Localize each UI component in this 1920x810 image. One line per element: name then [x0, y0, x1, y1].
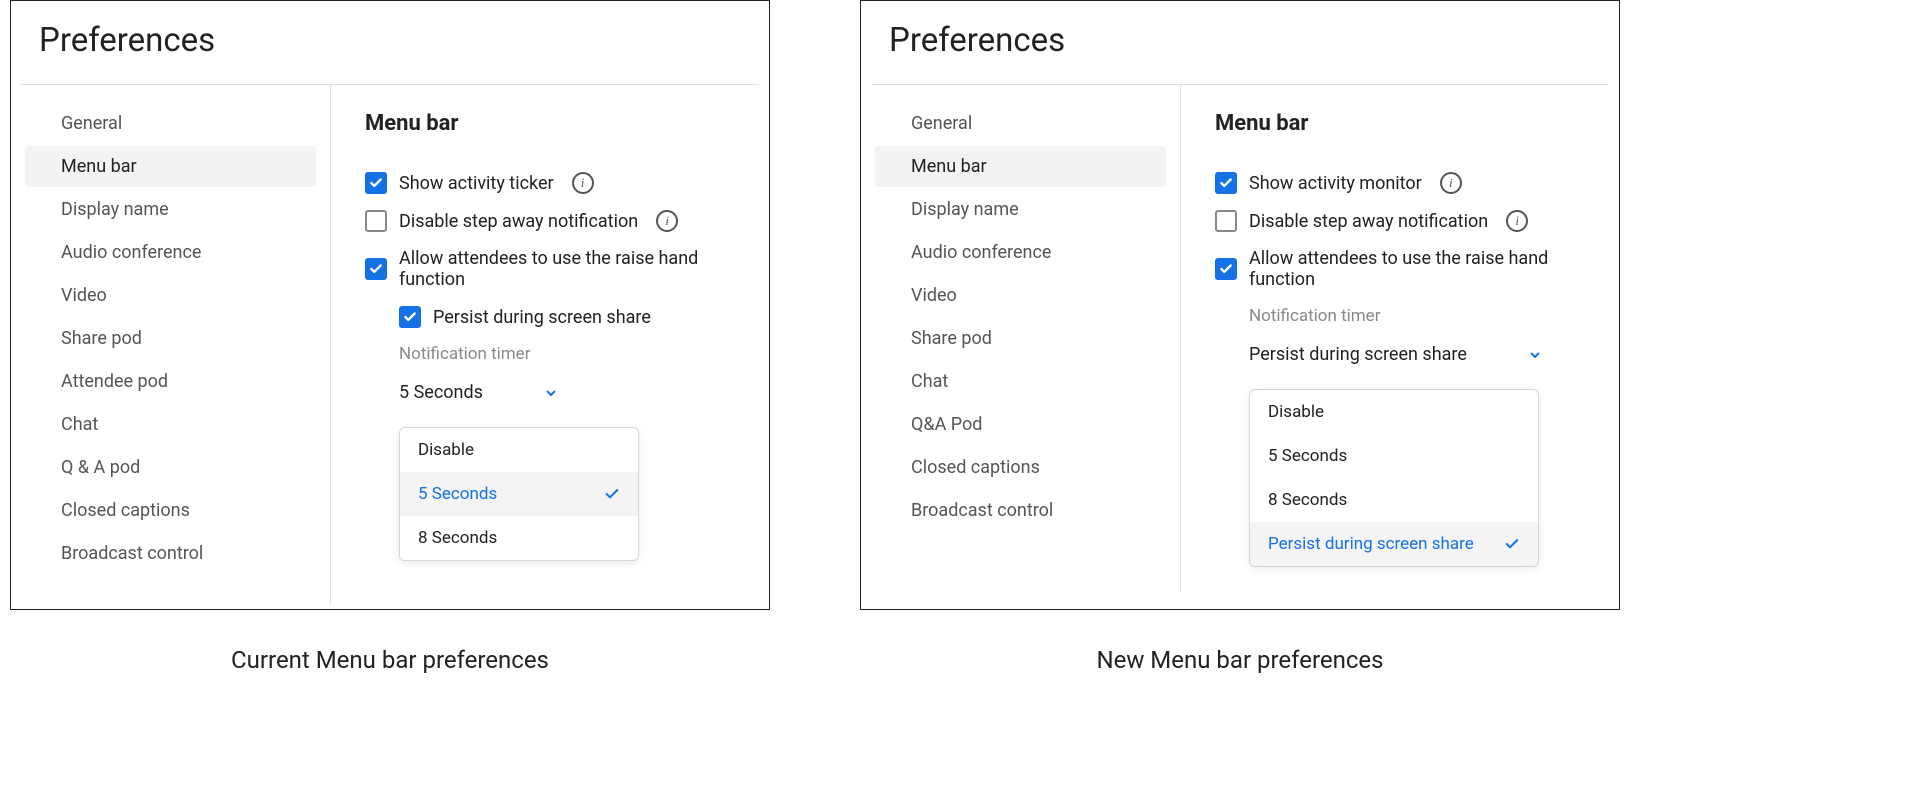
sidebar-item-general[interactable]: General	[875, 103, 1166, 144]
dropdown-value: Persist during screen share	[1249, 344, 1467, 365]
content-left: Menu bar Show activity ticker i Disable …	[331, 85, 769, 605]
checkbox-show-activity[interactable]	[365, 172, 387, 194]
sidebar-left: GeneralMenu barDisplay nameAudio confere…	[11, 85, 331, 605]
notification-timer-menu[interactable]: Disable5 Seconds8 Seconds	[399, 427, 639, 561]
notification-timer-dropdown[interactable]: 5 Seconds	[399, 376, 559, 409]
chevron-down-icon	[543, 385, 559, 401]
option-label: Disable step away notification	[399, 211, 638, 232]
dropdown-option[interactable]: 5 Seconds	[400, 472, 638, 516]
checkbox-allow-raise-hand[interactable]	[1215, 258, 1237, 280]
sidebar-item-menu-bar[interactable]: Menu bar	[875, 146, 1166, 187]
info-icon[interactable]: i	[1440, 172, 1462, 194]
sidebar-item-display-name[interactable]: Display name	[25, 189, 316, 230]
option-label: Show activity monitor	[1249, 173, 1422, 194]
panel-title: Preferences	[11, 1, 769, 84]
dropdown-option[interactable]: Disable	[400, 428, 638, 472]
info-icon[interactable]: i	[1506, 210, 1528, 232]
option-label: Allow attendees to use the raise hand fu…	[1249, 248, 1599, 290]
sidebar-item-share-pod[interactable]: Share pod	[875, 318, 1166, 359]
panel-title: Preferences	[861, 1, 1619, 84]
dropdown-option[interactable]: 8 Seconds	[400, 516, 638, 560]
option-disable-step-away[interactable]: Disable step away notification i	[1215, 210, 1599, 232]
sidebar-item-broadcast-control[interactable]: Broadcast control	[25, 533, 316, 574]
caption-right: New Menu bar preferences	[860, 646, 1620, 674]
option-label: Disable step away notification	[1249, 211, 1488, 232]
notification-timer-dropdown[interactable]: Persist during screen share	[1249, 338, 1543, 371]
sidebar-item-video[interactable]: Video	[875, 275, 1166, 316]
checkbox-persist[interactable]	[399, 306, 421, 328]
sidebar-item-share-pod[interactable]: Share pod	[25, 318, 316, 359]
sidebar-item-closed-captions[interactable]: Closed captions	[25, 490, 316, 531]
sidebar-item-general[interactable]: General	[25, 103, 316, 144]
option-show-activity[interactable]: Show activity monitor i	[1215, 172, 1599, 194]
checkbox-disable-step-away[interactable]	[1215, 210, 1237, 232]
dropdown-value: 5 Seconds	[399, 382, 483, 403]
dropdown-option[interactable]: Persist during screen share	[1250, 522, 1538, 566]
checkbox-disable-step-away[interactable]	[365, 210, 387, 232]
option-label: Allow attendees to use the raise hand fu…	[399, 248, 749, 290]
dropdown-option[interactable]: Disable	[1250, 390, 1538, 434]
checkbox-show-activity[interactable]	[1215, 172, 1237, 194]
sidebar-item-attendee-pod[interactable]: Attendee pod	[25, 361, 316, 402]
section-title: Menu bar	[1215, 111, 1599, 136]
option-label: Show activity ticker	[399, 173, 554, 194]
content-right: Menu bar Show activity monitor i Disable…	[1181, 85, 1619, 593]
option-label: Persist during screen share	[433, 307, 651, 328]
right-column: Preferences GeneralMenu barDisplay nameA…	[860, 0, 1620, 674]
sidebar-item-broadcast-control[interactable]: Broadcast control	[875, 490, 1166, 531]
sidebar-item-qa-pod[interactable]: Q & A pod	[25, 447, 316, 488]
option-show-activity[interactable]: Show activity ticker i	[365, 172, 749, 194]
left-column: Preferences GeneralMenu barDisplay nameA…	[10, 0, 770, 674]
caption-left: Current Menu bar preferences	[10, 646, 770, 674]
notification-timer-label: Notification timer	[399, 344, 749, 364]
sidebar-item-qa-pod[interactable]: Q&A Pod	[875, 404, 1166, 445]
chevron-down-icon	[1527, 347, 1543, 363]
sidebar-item-video[interactable]: Video	[25, 275, 316, 316]
section-title: Menu bar	[365, 111, 749, 136]
sidebar-item-closed-captions[interactable]: Closed captions	[875, 447, 1166, 488]
preferences-panel-left: Preferences GeneralMenu barDisplay nameA…	[10, 0, 770, 610]
checkbox-allow-raise-hand[interactable]	[365, 258, 387, 280]
notification-timer-menu[interactable]: Disable5 Seconds8 SecondsPersist during …	[1249, 389, 1539, 567]
dropdown-option[interactable]: 5 Seconds	[1250, 434, 1538, 478]
sidebar-item-audio-conference[interactable]: Audio conference	[875, 232, 1166, 273]
preferences-panel-right: Preferences GeneralMenu barDisplay nameA…	[860, 0, 1620, 610]
option-allow-raise-hand[interactable]: Allow attendees to use the raise hand fu…	[365, 248, 749, 290]
sidebar-item-menu-bar[interactable]: Menu bar	[25, 146, 316, 187]
info-icon[interactable]: i	[656, 210, 678, 232]
sidebar-item-chat[interactable]: Chat	[875, 361, 1166, 402]
notification-timer-label: Notification timer	[1249, 306, 1599, 326]
info-icon[interactable]: i	[572, 172, 594, 194]
dropdown-option[interactable]: 8 Seconds	[1250, 478, 1538, 522]
sidebar-right: GeneralMenu barDisplay nameAudio confere…	[861, 85, 1181, 593]
option-allow-raise-hand[interactable]: Allow attendees to use the raise hand fu…	[1215, 248, 1599, 290]
option-disable-step-away[interactable]: Disable step away notification i	[365, 210, 749, 232]
option-persist-screen-share[interactable]: Persist during screen share	[399, 306, 749, 328]
sidebar-item-chat[interactable]: Chat	[25, 404, 316, 445]
sidebar-item-audio-conference[interactable]: Audio conference	[25, 232, 316, 273]
sidebar-item-display-name[interactable]: Display name	[875, 189, 1166, 230]
